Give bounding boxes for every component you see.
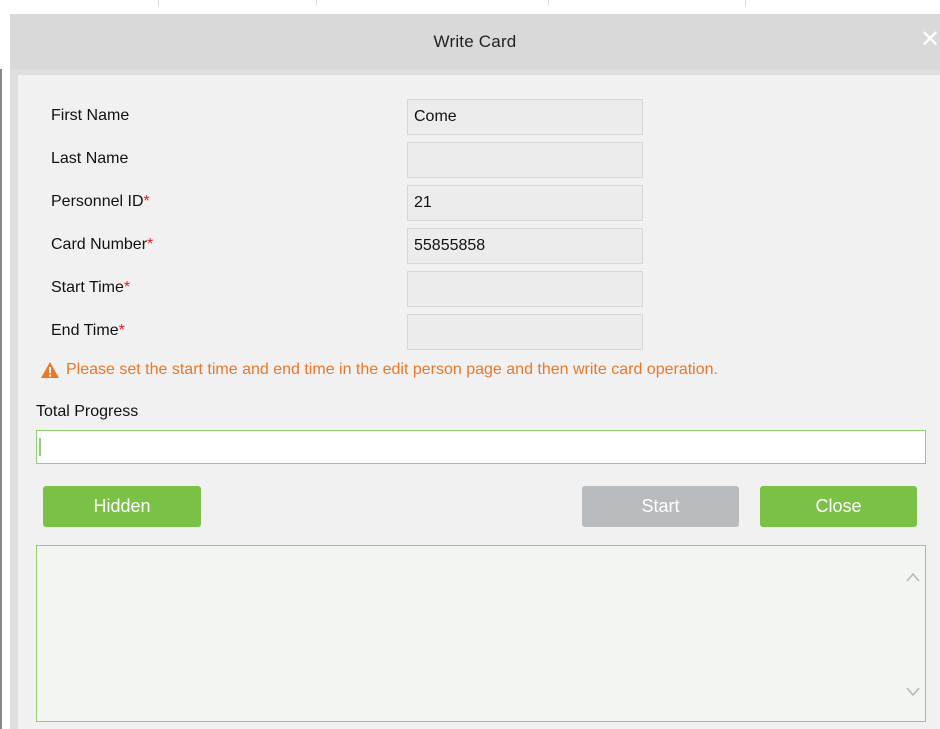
warning-icon — [41, 362, 59, 378]
dialog-titlebar[interactable]: Write Card ✕ — [10, 14, 940, 69]
last-name-label-text: Last Name — [51, 150, 129, 167]
required-marker: * — [123, 279, 131, 296]
required-marker: * — [147, 236, 154, 253]
last-name-label: Last Name — [51, 150, 128, 168]
window-edge — [0, 69, 2, 729]
card-number-value: 55855858 — [414, 237, 486, 254]
card-number-label: Card Number* — [51, 236, 153, 254]
close-icon[interactable]: ✕ — [920, 28, 940, 52]
end-time-field[interactable] — [407, 314, 643, 350]
hidden-button-label: Hidden — [93, 496, 151, 516]
required-marker: * — [118, 322, 125, 339]
card-number-label-text: Card Number — [51, 236, 148, 253]
divider — [158, 0, 159, 6]
warning-text: Please set the start time and end time i… — [66, 361, 718, 378]
close-button-label: Close — [815, 496, 862, 516]
hidden-button[interactable]: Hidden — [43, 486, 201, 527]
progress-label: Total Progress — [36, 403, 139, 420]
write-card-dialog: Write Card ✕ First Name Come Last Name P… — [10, 14, 940, 729]
dialog-title: Write Card — [433, 31, 517, 51]
total-progress-bar — [36, 430, 926, 464]
warning-message: Please set the start time and end time i… — [40, 361, 718, 379]
divider — [316, 0, 317, 6]
personnel-id-field[interactable]: 21 — [407, 185, 643, 221]
divider — [745, 0, 746, 6]
log-output-area[interactable] — [36, 545, 926, 722]
card-number-field[interactable]: 55855858 — [407, 228, 643, 264]
first-name-label-text: First Name — [51, 107, 130, 124]
required-marker: * — [143, 193, 150, 210]
scroll-down-icon[interactable] — [905, 683, 921, 699]
end-time-label: End Time* — [51, 322, 125, 340]
dialog-body: First Name Come Last Name Personnel ID* … — [18, 75, 940, 729]
start-time-label-text: Start Time — [51, 279, 124, 296]
start-button[interactable]: Start — [582, 486, 739, 527]
divider — [548, 0, 549, 6]
start-time-label: Start Time* — [51, 279, 130, 297]
background-strip — [0, 0, 940, 14]
start-time-field[interactable] — [407, 271, 643, 307]
start-button-label: Start — [641, 496, 680, 516]
close-button[interactable]: Close — [760, 486, 917, 527]
personnel-id-value: 21 — [414, 194, 432, 211]
first-name-label: First Name — [51, 107, 129, 125]
progress-fill — [39, 438, 41, 456]
personnel-id-label: Personnel ID* — [51, 193, 150, 211]
end-time-label-text: End Time — [51, 322, 119, 339]
personnel-id-label-text: Personnel ID — [51, 193, 144, 210]
first-name-field[interactable]: Come — [407, 99, 643, 135]
scroll-up-icon[interactable] — [905, 570, 921, 586]
last-name-field[interactable] — [407, 142, 643, 178]
first-name-value: Come — [414, 108, 457, 125]
